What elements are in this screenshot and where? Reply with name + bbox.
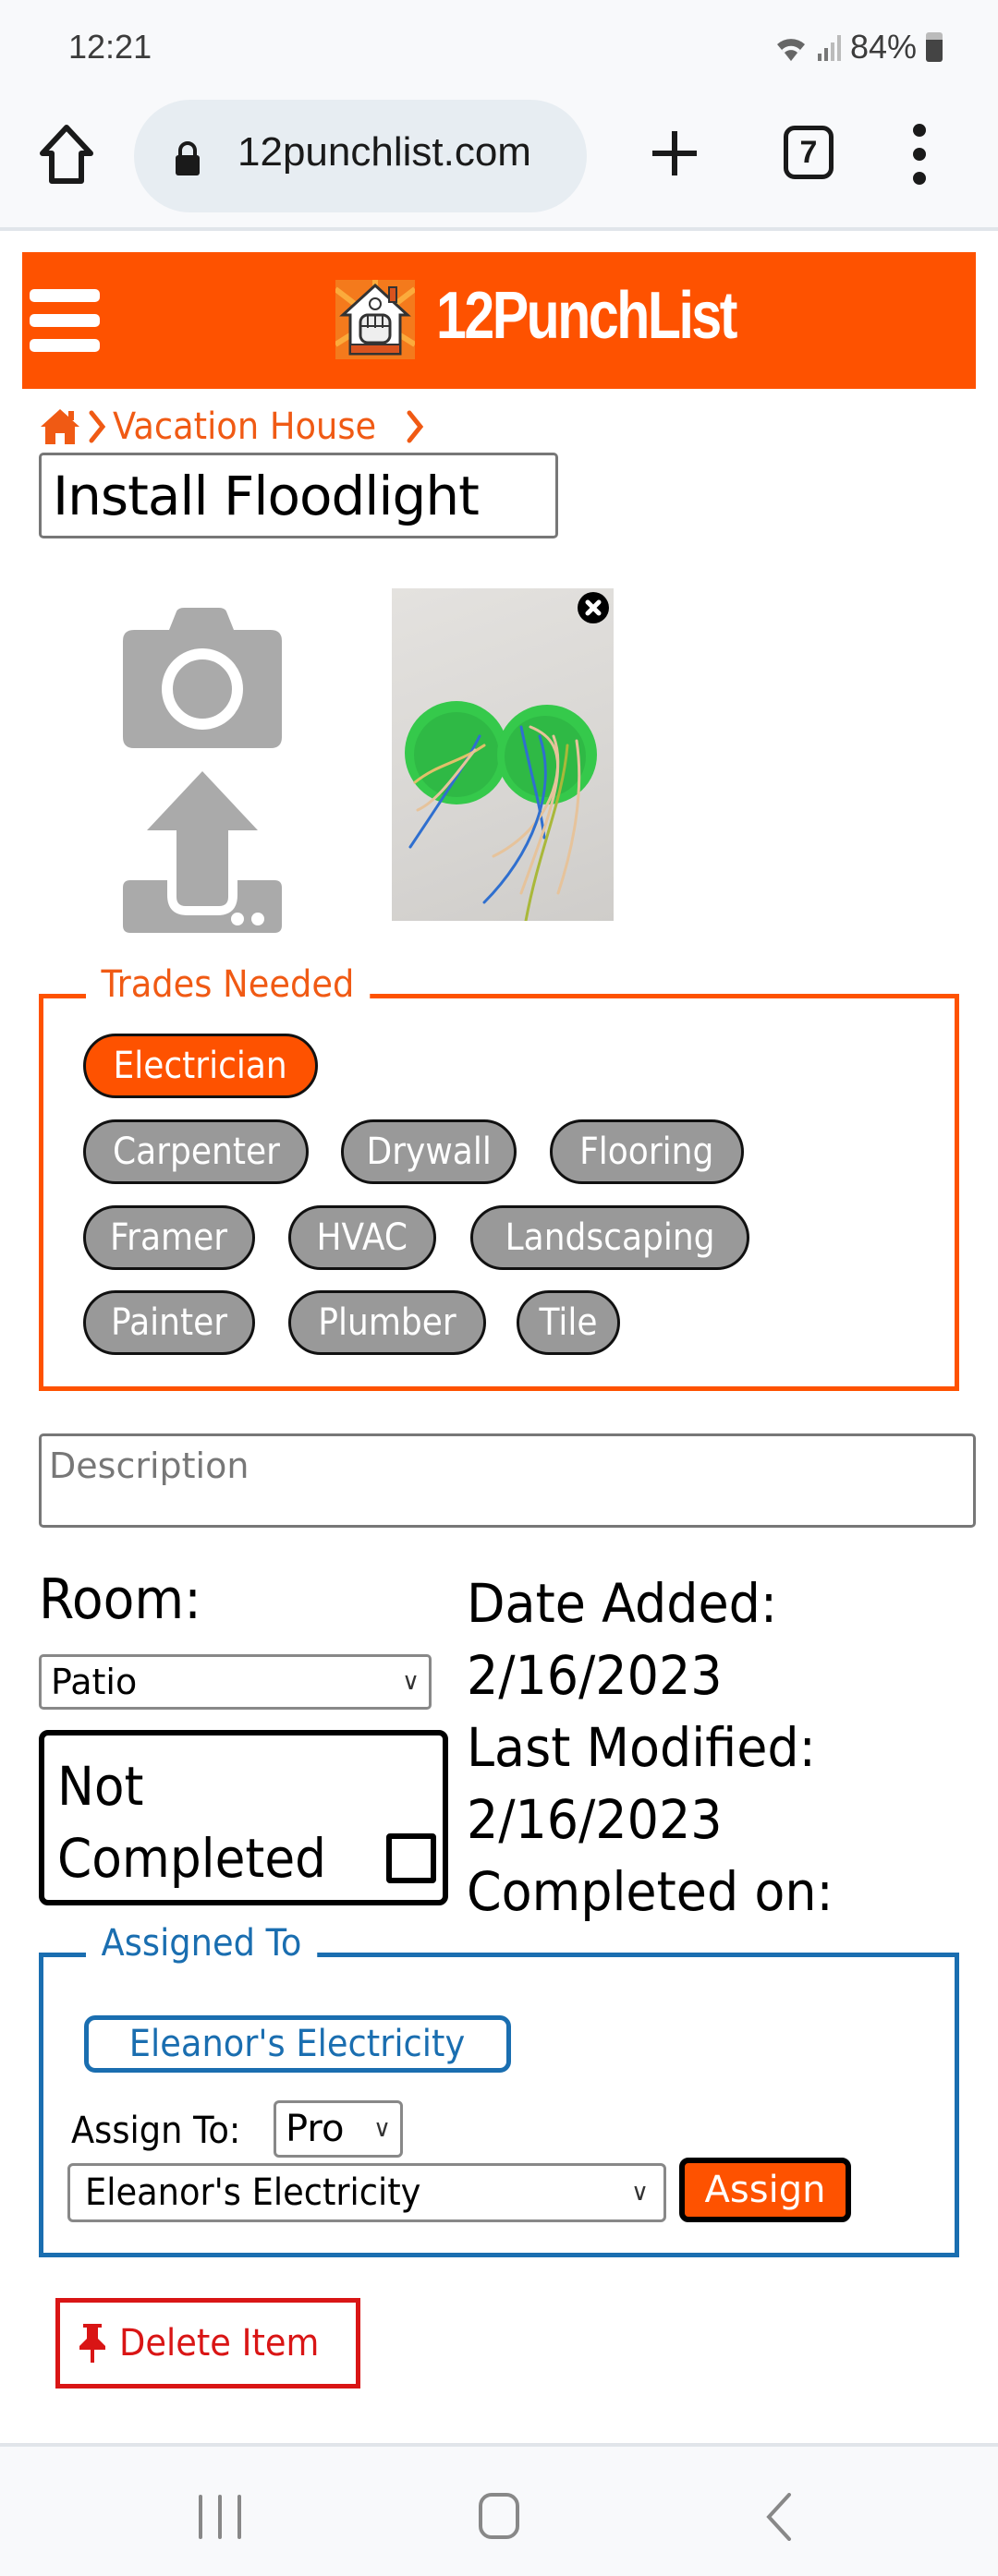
completion-label-line2: Completed xyxy=(57,1827,327,1890)
home-nav-icon[interactable] xyxy=(479,2493,519,2539)
trade-chip-carpenter[interactable]: Carpenter xyxy=(83,1119,309,1184)
date-added-label: Date Added: xyxy=(467,1572,778,1635)
chevron-right-icon xyxy=(407,410,424,443)
assignee-type-value: Pro xyxy=(286,2108,345,2150)
completed-checkbox[interactable] xyxy=(386,1833,436,1883)
menu-icon[interactable] xyxy=(910,124,929,185)
battery-icon xyxy=(926,32,943,62)
room-label: Room: xyxy=(39,1567,201,1632)
assigned-to-legend: Assigned To xyxy=(86,1922,317,1965)
chevron-down-icon: ∨ xyxy=(401,1668,420,1696)
trade-chip-hvac[interactable]: HVAC xyxy=(288,1205,436,1270)
completed-on-label: Completed on: xyxy=(467,1860,834,1923)
trade-chip-painter[interactable]: Painter xyxy=(83,1290,255,1355)
completion-label-line1: Not xyxy=(57,1755,144,1818)
room-select-value: Patio xyxy=(51,1662,138,1702)
assign-to-label: Assign To: xyxy=(71,2110,241,2152)
pin-icon xyxy=(79,2324,105,2363)
trade-chip-landscaping[interactable]: Landscaping xyxy=(470,1205,749,1270)
status-bar: 12:21 84% xyxy=(0,0,998,83)
pro-select-value: Eleanor's Electricity xyxy=(85,2171,421,2214)
assign-button[interactable]: Assign xyxy=(679,2158,851,2222)
breadcrumb-vacation-house[interactable]: Vacation House xyxy=(113,405,376,448)
battery-percent: 84% xyxy=(849,28,917,66)
trade-chip-plumber[interactable]: Plumber xyxy=(288,1290,486,1355)
back-icon[interactable] xyxy=(765,2493,793,2541)
breadcrumb: Vacation House xyxy=(39,403,425,451)
status-time: 12:21 xyxy=(68,28,152,66)
trade-chip-drywall[interactable]: Drywall xyxy=(341,1119,517,1184)
delete-item-button[interactable]: Delete Item xyxy=(55,2298,360,2389)
chevron-down-icon: ∨ xyxy=(630,2179,649,2207)
item-title-input[interactable] xyxy=(39,453,558,538)
pro-select[interactable]: Eleanor's Electricity ∨ xyxy=(67,2163,666,2222)
logo-icon[interactable] xyxy=(335,280,415,359)
upload-icon[interactable] xyxy=(123,771,282,933)
recent-apps-icon[interactable] xyxy=(199,2495,241,2539)
chevron-down-icon: ∨ xyxy=(372,2115,391,2143)
trades-needed-fieldset: Trades Needed Electrician Carpenter Dryw… xyxy=(39,963,959,1391)
site-header: 12PunchList xyxy=(22,252,976,389)
trade-chip-flooring[interactable]: Flooring xyxy=(550,1119,744,1184)
wifi-icon xyxy=(776,39,805,61)
completion-toggle[interactable]: Not Completed xyxy=(39,1730,448,1905)
hamburger-icon[interactable] xyxy=(30,289,100,352)
assigned-to-fieldset: Assigned To Eleanor's Electricity Assign… xyxy=(39,1922,959,2257)
description-textarea[interactable] xyxy=(39,1433,976,1528)
assignee-type-select[interactable]: Pro ∨ xyxy=(274,2100,403,2158)
tabs-button[interactable]: 7 xyxy=(784,126,834,179)
item-photo[interactable] xyxy=(392,588,614,921)
signal-icon xyxy=(817,33,841,61)
brand-name[interactable]: 12PunchList xyxy=(436,278,737,354)
last-modified-value: 2/16/2023 xyxy=(467,1788,723,1851)
chevron-right-icon xyxy=(89,410,106,443)
current-assignee-chip[interactable]: Eleanor's Electricity xyxy=(84,2015,511,2073)
date-added-value: 2/16/2023 xyxy=(467,1644,723,1707)
remove-photo-icon[interactable] xyxy=(578,592,609,623)
trade-chip-framer[interactable]: Framer xyxy=(83,1205,255,1270)
trades-needed-legend: Trades Needed xyxy=(86,963,370,1006)
home-icon[interactable] xyxy=(37,122,96,187)
trade-chip-electrician[interactable]: Electrician xyxy=(83,1034,318,1098)
photo-image xyxy=(405,701,597,921)
last-modified-label: Last Modified: xyxy=(467,1716,816,1779)
item-dates: Date Added: 2/16/2023 Last Modified: 2/1… xyxy=(467,1567,861,1928)
system-nav-bar xyxy=(0,2443,998,2576)
home-icon[interactable] xyxy=(39,407,81,446)
delete-item-label: Delete Item xyxy=(119,2322,320,2364)
url-bar[interactable]: 12punchlist.com xyxy=(134,100,587,212)
status-icons: 84% xyxy=(773,28,943,67)
url-text[interactable]: 12punchlist.com xyxy=(237,129,531,175)
lock-icon xyxy=(176,141,200,175)
browser-toolbar: 12punchlist.com 7 xyxy=(0,83,998,231)
room-select[interactable]: Patio ∨ xyxy=(39,1654,432,1710)
camera-icon[interactable] xyxy=(123,608,282,748)
trade-chip-tile[interactable]: Tile xyxy=(517,1290,620,1355)
new-tab-icon[interactable] xyxy=(649,127,700,179)
